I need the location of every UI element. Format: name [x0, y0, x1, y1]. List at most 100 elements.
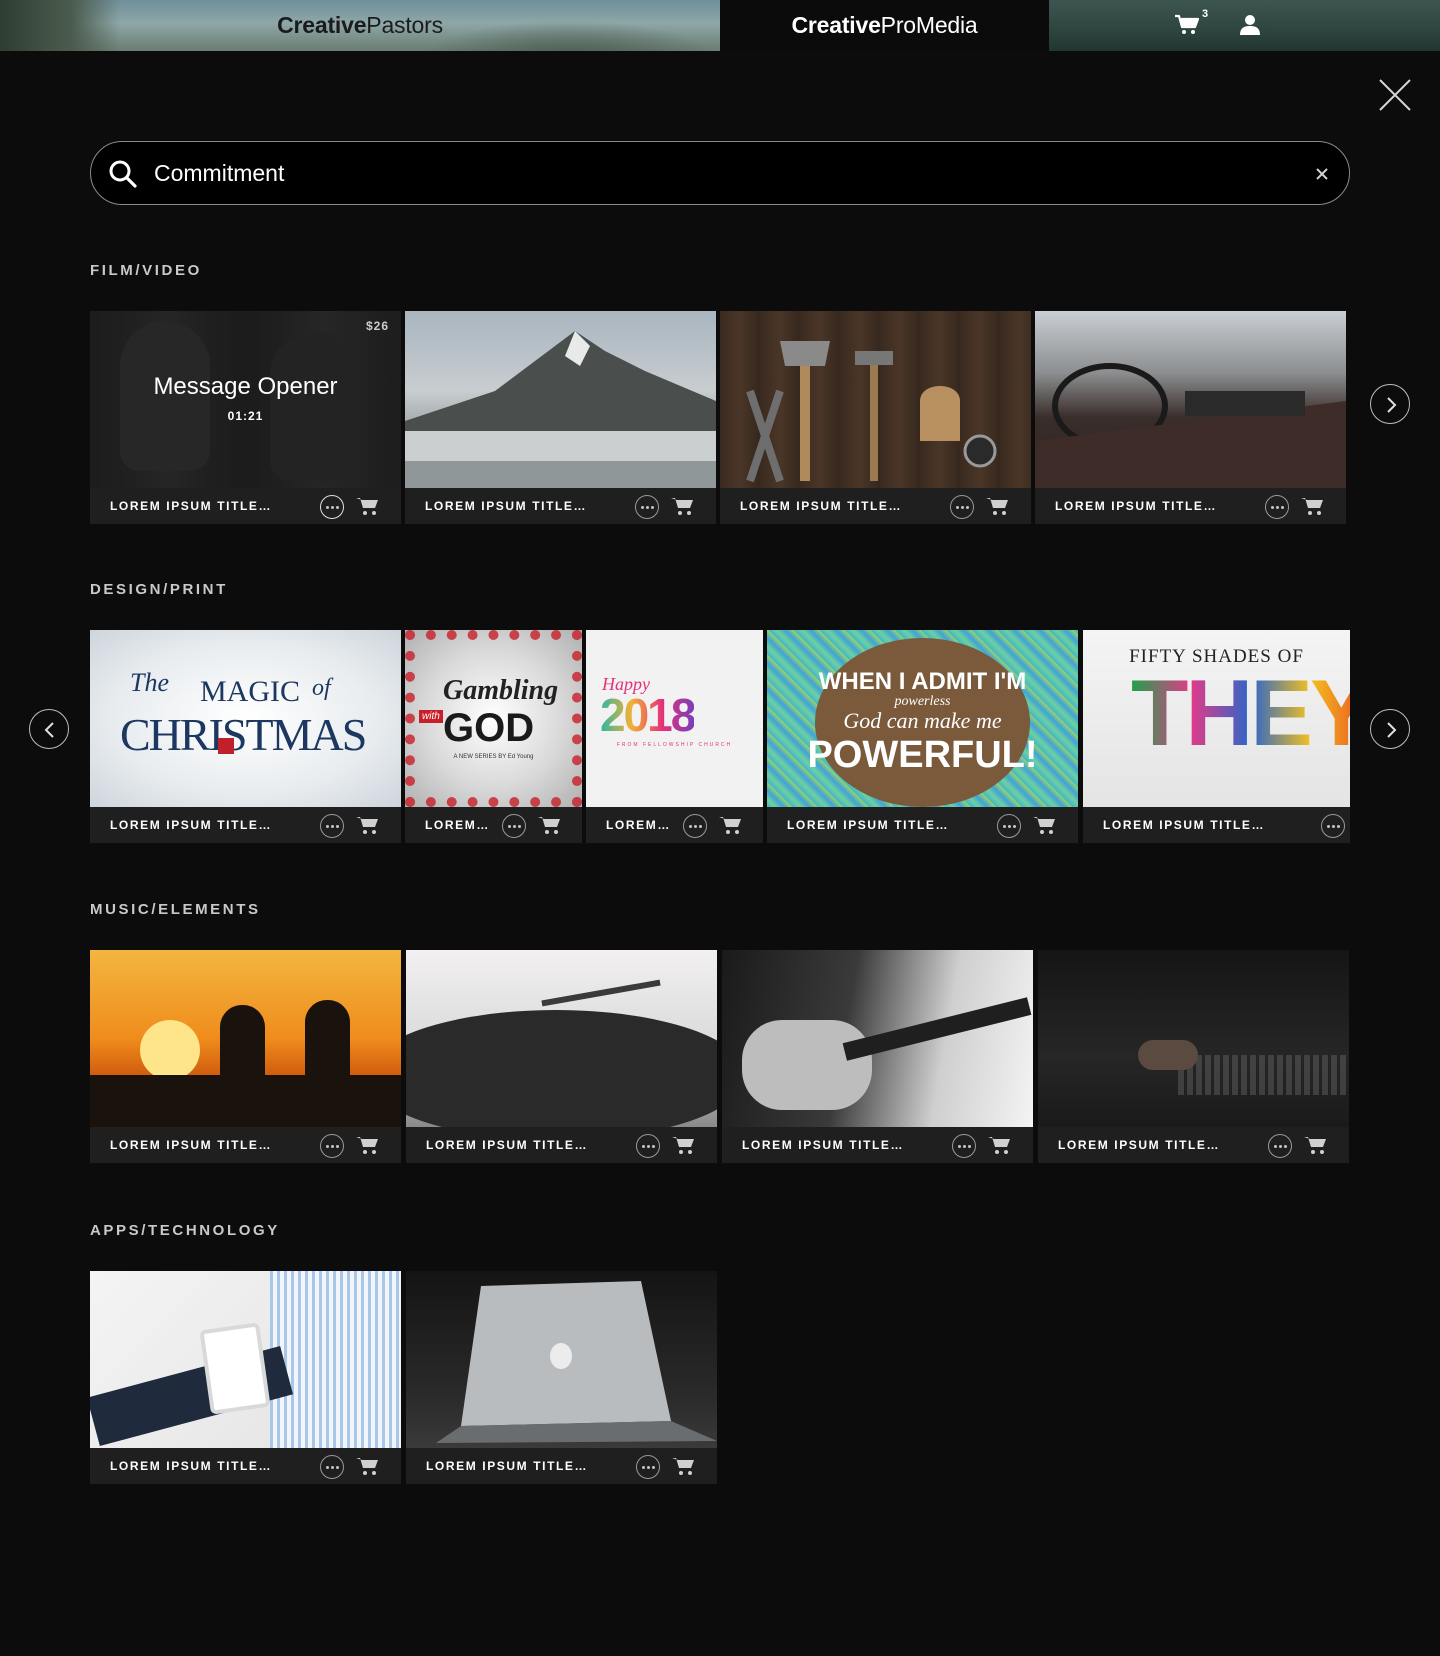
add-to-cart-icon[interactable] [988, 1135, 1012, 1155]
shirt-shape [270, 1271, 401, 1448]
art-text: POWERFUL! [807, 734, 1038, 776]
design-card-2[interactable]: Gambling with GOD A NEW SERIES BY Ed You… [405, 630, 582, 843]
card-title: LOREM IPSUM TITLE… [740, 499, 903, 513]
film-thumb-2 [405, 311, 716, 488]
gift-accent [218, 738, 234, 754]
music-card-4[interactable]: LOREM IPSUM TITLE… [1038, 950, 1349, 1163]
more-options-icon[interactable] [1268, 1134, 1292, 1158]
price-label: $26 [365, 319, 389, 333]
more-options-icon[interactable] [636, 1134, 660, 1158]
more-options-icon[interactable] [950, 495, 974, 519]
tonearm [541, 979, 661, 1007]
card-bar: LOREM IPSUM TITLE… [405, 488, 716, 524]
design-thumb-fifty-shades: FIFTY SHADES OF THEY [1083, 630, 1350, 807]
creative-pastors-logo: CreativePastors [277, 12, 443, 38]
add-to-cart-icon[interactable] [671, 496, 695, 516]
more-options-icon[interactable] [997, 814, 1021, 838]
add-to-cart-icon[interactable] [1033, 815, 1057, 835]
design-card-4[interactable]: WHEN I ADMIT I'M powerless God can make … [767, 630, 1078, 843]
more-options-icon[interactable] [1321, 814, 1345, 838]
laptop-image [436, 1281, 717, 1443]
record-shape [406, 1010, 717, 1127]
section-title-film-video: FILM/VIDEO [90, 262, 202, 279]
card-bar: LOREM IPSUM TITLE… [1035, 488, 1346, 524]
art-text: 2018 [600, 689, 696, 741]
card-bar: LOREM IPSUM TITLE… [722, 1127, 1033, 1163]
add-to-cart-icon[interactable] [672, 1135, 696, 1155]
art-text: A NEW SERIES BY Ed Young [453, 754, 534, 760]
add-to-cart-icon[interactable] [986, 496, 1010, 516]
hand-shape [1138, 1040, 1198, 1070]
chevron-right-icon [1387, 397, 1397, 413]
design-card-1[interactable]: The MAGIC of CHRISTMAS LOREM IPSUM TITLE… [90, 630, 401, 843]
add-to-cart-icon[interactable] [538, 815, 562, 835]
more-options-icon[interactable] [320, 814, 344, 838]
art-text: The [130, 668, 169, 697]
card-bar: LOREM IPSUM TITLE… [90, 1448, 401, 1484]
film-card-4[interactable]: LOREM IPSUM TITLE… [1035, 311, 1346, 524]
add-to-cart-icon[interactable] [356, 1456, 380, 1476]
add-to-cart-icon[interactable] [356, 496, 380, 516]
search-icon [109, 160, 137, 188]
section-title-music-elements: MUSIC/ELEMENTS [90, 901, 261, 918]
card-bar: LOREM IPSUM TITLE… [406, 1448, 717, 1484]
design-thumb-gambling: Gambling with GOD A NEW SERIES BY Ed You… [405, 630, 582, 807]
apps-card-2[interactable]: LOREM IPSUM TITLE… [406, 1271, 717, 1484]
tab-creative-pastors[interactable]: CreativePastors [0, 0, 720, 51]
clear-icon[interactable] [1313, 165, 1331, 183]
search-input[interactable] [154, 154, 1254, 192]
more-options-icon[interactable] [320, 1134, 344, 1158]
add-to-cart-icon[interactable] [719, 815, 743, 835]
music-card-2[interactable]: LOREM IPSUM TITLE… [406, 950, 717, 1163]
design-card-3[interactable]: Happy 2018 FROM FELLOWSHIP CHURCH LOREM… [586, 630, 763, 843]
tab-creative-pro-media[interactable]: CreativeProMedia [720, 0, 1049, 51]
more-options-icon[interactable] [635, 495, 659, 519]
more-options-icon[interactable] [320, 1455, 344, 1479]
more-options-icon[interactable] [320, 495, 344, 519]
add-to-cart-icon[interactable] [1301, 496, 1325, 516]
more-options-icon[interactable] [1265, 495, 1289, 519]
film-card-1[interactable]: $26 Message Opener 01:21 LOREM IPSUM TIT… [90, 311, 401, 524]
music-card-1[interactable]: LOREM IPSUM TITLE… [90, 950, 401, 1163]
add-to-cart-icon[interactable] [356, 1135, 380, 1155]
more-options-icon[interactable] [502, 814, 526, 838]
card-bar: LOREM IPSUM TITLE… [406, 1127, 717, 1163]
cart-count-badge: 3 [1202, 8, 1209, 20]
design-prev-arrow-button[interactable] [29, 709, 69, 749]
add-to-cart-icon[interactable] [672, 1456, 696, 1476]
card-bar: LOREM… [586, 807, 763, 843]
more-options-icon[interactable] [636, 1455, 660, 1479]
card-bar: LOREM IPSUM TITLE… [1038, 1127, 1349, 1163]
apps-card-1[interactable]: LOREM IPSUM TITLE… [90, 1271, 401, 1484]
film-card-3[interactable]: LOREM IPSUM TITLE… [720, 311, 1031, 524]
overlay-title: Message Opener [153, 373, 338, 400]
card-bar: LOREM IPSUM TITLE… [90, 1127, 401, 1163]
card-title: LOREM IPSUM TITLE… [426, 1459, 589, 1473]
search-bar [90, 141, 1350, 205]
music-thumb-sunset [90, 950, 401, 1127]
design-card-5[interactable]: FIFTY SHADES OF THEY LOREM IPSUM TITLE… [1083, 630, 1350, 843]
design-next-arrow-button[interactable] [1370, 709, 1410, 749]
cart-icon[interactable] [1174, 14, 1200, 36]
film-thumb-4 [1035, 311, 1346, 488]
user-icon[interactable] [1239, 14, 1261, 36]
film-card-2[interactable]: LOREM IPSUM TITLE… [405, 311, 716, 524]
art-text: THEY [1131, 666, 1350, 760]
silhouette [305, 1000, 350, 1095]
add-to-cart-icon[interactable] [1304, 1135, 1328, 1155]
card-title: LOREM IPSUM TITLE… [787, 818, 950, 832]
film-next-arrow-button[interactable] [1370, 384, 1410, 424]
more-options-icon[interactable] [952, 1134, 976, 1158]
art-text: WHEN I ADMIT I'M [818, 668, 1027, 695]
art-text: with [419, 710, 443, 723]
card-title: LOREM IPSUM TITLE… [110, 818, 273, 832]
art-text: MAGIC [200, 675, 301, 708]
music-card-3[interactable]: LOREM IPSUM TITLE… [722, 950, 1033, 1163]
more-options-icon[interactable] [683, 814, 707, 838]
close-icon[interactable] [1378, 78, 1412, 112]
art-text: Gambling [443, 675, 559, 706]
add-to-cart-icon[interactable] [356, 815, 380, 835]
chevron-left-icon [44, 722, 54, 738]
music-thumb-guitar [722, 950, 1033, 1127]
card-title: LOREM IPSUM TITLE… [1055, 499, 1218, 513]
